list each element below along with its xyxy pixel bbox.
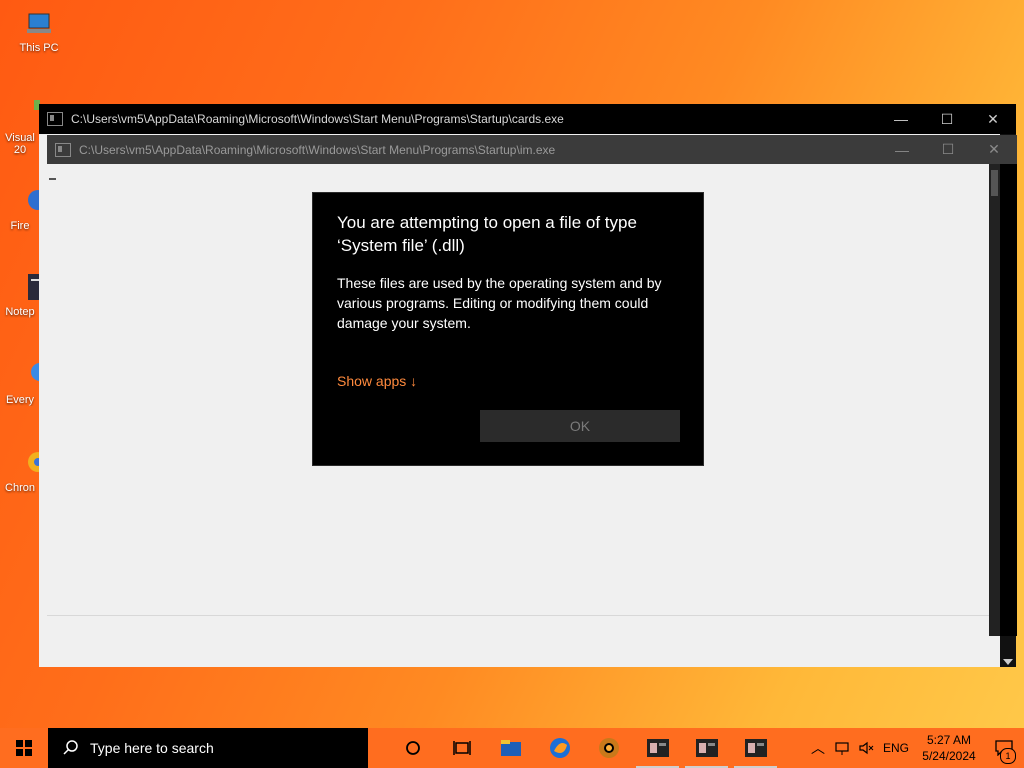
divider (47, 615, 989, 616)
chrome-icon (598, 738, 619, 758)
search-icon (63, 740, 78, 755)
minimize-button[interactable]: — (879, 135, 925, 164)
task-view-icon (452, 741, 471, 755)
clock-date: 5/24/2024 (922, 749, 976, 763)
dialog-title: You are attempting to open a file of typ… (337, 213, 637, 255)
terminal-icon (695, 739, 718, 757)
search-box[interactable]: Type here to search (48, 728, 368, 768)
dialog-message: These files are used by the operating sy… (337, 275, 662, 331)
computer-icon (23, 8, 55, 40)
volume-muted-icon (859, 741, 874, 755)
app-icon (55, 142, 71, 157)
desktop-icon-firefox[interactable]: Fire (0, 186, 40, 232)
terminal-icon (646, 739, 669, 757)
firefox-icon (549, 738, 570, 758)
clock[interactable]: 5:27 AM 5/24/2024 (914, 732, 984, 764)
close-button[interactable]: ✕ (971, 135, 1017, 164)
terminal-button-3[interactable] (731, 728, 780, 768)
outer-scrollbar[interactable] (1000, 164, 1017, 636)
taskbar: Type here to search ︿ ENG 5:27 AM 5/24/2… (0, 728, 1024, 768)
file-explorer-icon (500, 740, 521, 756)
scroll-down-arrow-icon[interactable] (1003, 659, 1013, 665)
vertical-scrollbar[interactable] (989, 164, 1000, 636)
chevron-up-icon: ︿ (811, 740, 825, 756)
window-title: C:\Users\vm5\AppData\Roaming\Microsoft\W… (79, 142, 556, 157)
title-bar[interactable]: C:\Users\vm5\AppData\Roaming\Microsoft\W… (47, 135, 1017, 164)
cortana-icon (405, 741, 420, 755)
task-view-button[interactable] (437, 728, 486, 768)
desktop-icon-label: Every (5, 394, 35, 406)
show-apps-link[interactable]: Show apps ↓ (337, 373, 417, 389)
everything-icon (20, 360, 40, 392)
window-title: C:\Users\vm5\AppData\Roaming\Microsoft\W… (71, 112, 564, 126)
desktop-icon-notepad[interactable]: Notep (0, 272, 40, 318)
windows-logo-icon (16, 740, 32, 756)
terminal-button-2[interactable] (682, 728, 731, 768)
terminal-icon (744, 739, 767, 757)
volume-button[interactable] (854, 740, 878, 756)
system-tray: ︿ ENG 5:27 AM 5/24/2024 1 (806, 728, 1024, 768)
firefox-icon (20, 186, 40, 218)
desktop-icon-label: Chron (5, 482, 35, 494)
maximize-button[interactable]: ☐ (925, 135, 971, 164)
maximize-button[interactable]: ☐ (924, 104, 970, 134)
cortana-button[interactable] (388, 728, 437, 768)
start-button[interactable] (0, 728, 48, 768)
close-button[interactable]: ✕ (970, 104, 1016, 134)
chrome-icon (20, 448, 40, 480)
desktop-icon-label: Fire (10, 220, 30, 232)
file-type-warning-dialog[interactable]: You are attempting to open a file of typ… (312, 192, 704, 466)
language-indicator[interactable]: ENG (878, 741, 914, 755)
desktop-icon-label: Visual 20 (5, 132, 35, 156)
visual-studio-icon (20, 98, 40, 130)
desktop-icon-label: This PC (19, 42, 59, 54)
search-placeholder: Type here to search (90, 740, 214, 756)
notepad-icon (20, 272, 40, 304)
ok-button[interactable]: OK (480, 410, 680, 442)
desktop-icon-everything[interactable]: Every (0, 360, 40, 406)
desktop-icon-this-pc[interactable]: This PC (4, 8, 74, 54)
show-hidden-icons-button[interactable]: ︿ (806, 738, 830, 758)
clock-time: 5:27 AM (926, 733, 972, 747)
action-center-button[interactable]: 1 (984, 740, 1024, 764)
minimize-button[interactable]: — (878, 104, 924, 134)
scroll-thumb[interactable] (991, 170, 998, 196)
text-cursor (49, 178, 56, 180)
title-bar[interactable]: C:\Users\vm5\AppData\Roaming\Microsoft\W… (39, 104, 1016, 134)
desktop-icon-visual[interactable]: Visual 20 (0, 98, 40, 156)
firefox-button[interactable] (535, 728, 584, 768)
notification-badge: 1 (1000, 748, 1016, 764)
chrome-button[interactable] (584, 728, 633, 768)
desktop-icon-chrome[interactable]: Chron (0, 448, 40, 494)
network-button[interactable] (830, 740, 854, 756)
terminal-button-1[interactable] (633, 728, 682, 768)
desktop-icon-label: Notep (5, 306, 35, 318)
network-icon (835, 742, 849, 755)
file-explorer-button[interactable] (486, 728, 535, 768)
app-icon (47, 112, 63, 126)
